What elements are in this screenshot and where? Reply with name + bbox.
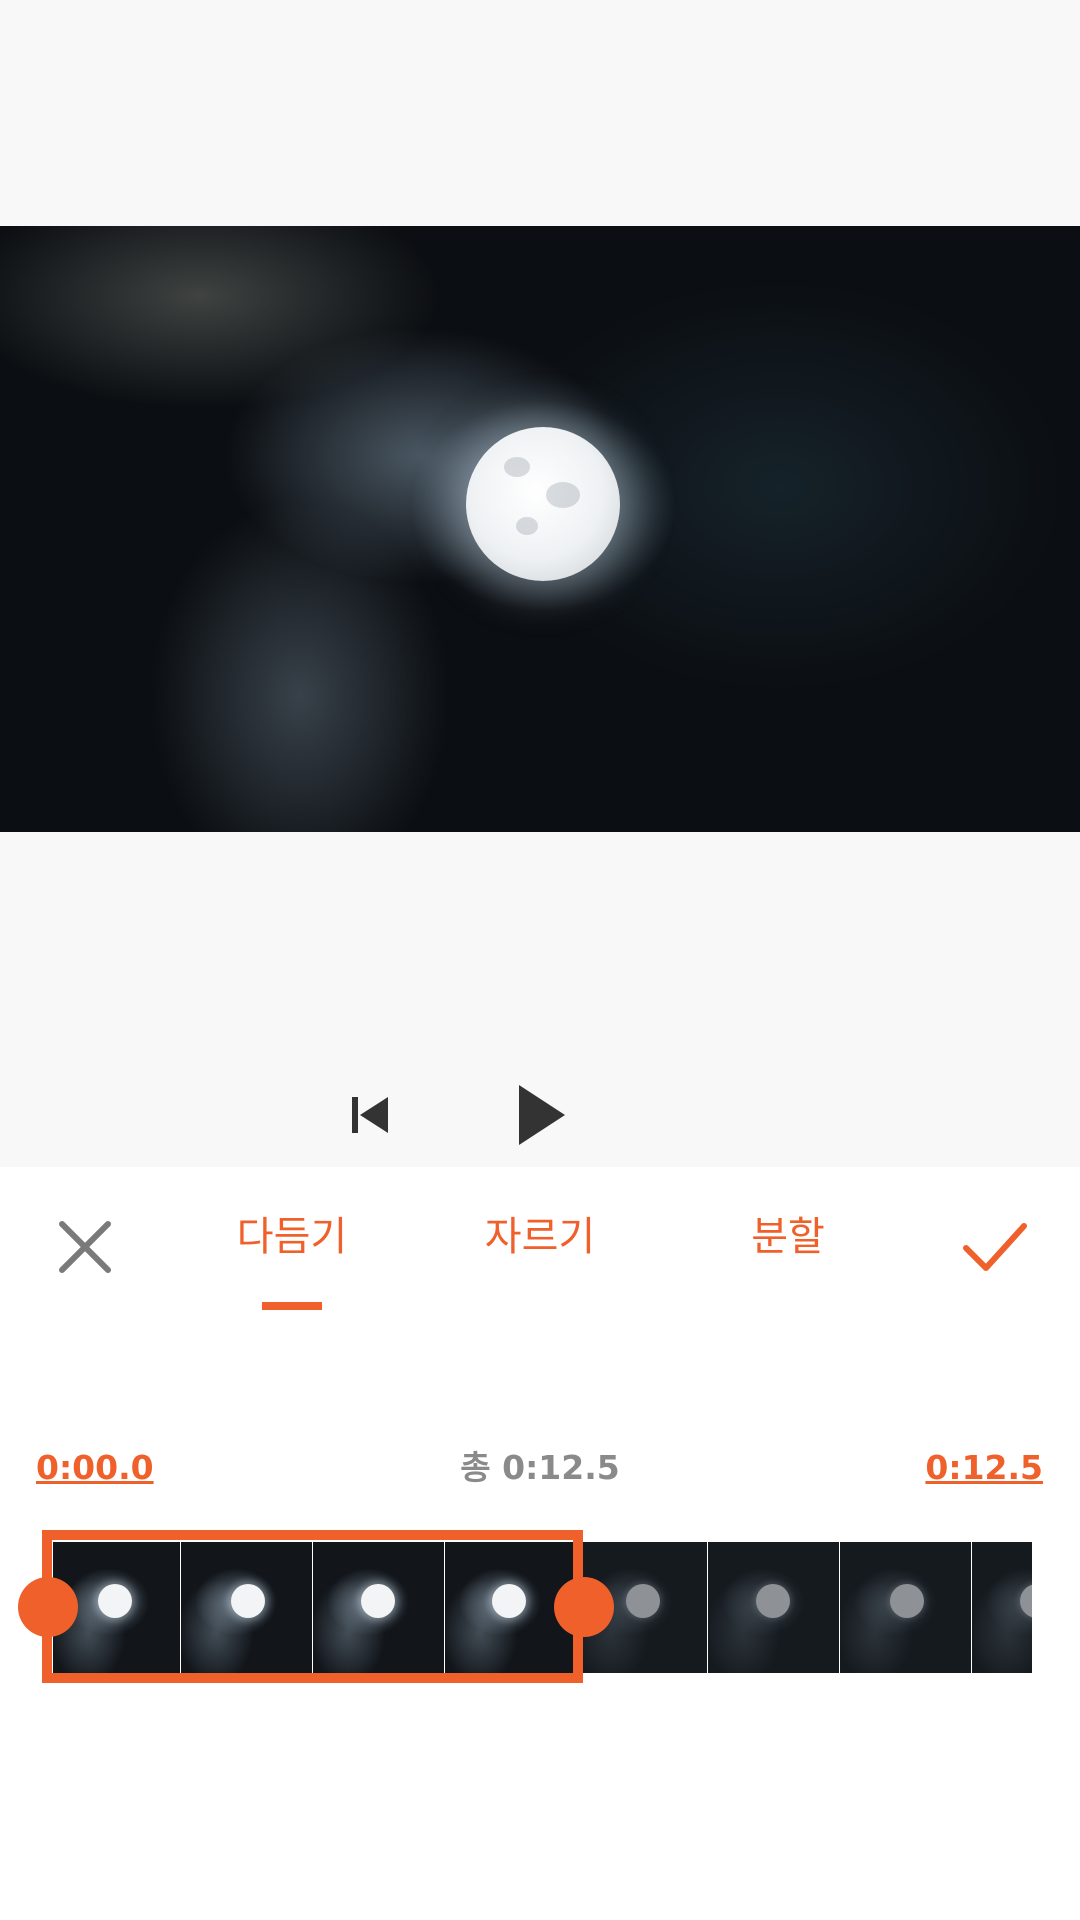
total-duration: 총 0:12.5 xyxy=(460,1448,620,1487)
video-preview[interactable] xyxy=(0,226,1080,832)
timeline-thumbnail xyxy=(840,1542,971,1673)
preview-area xyxy=(0,0,1080,1167)
timeline-thumbnail xyxy=(972,1542,1032,1673)
skip-to-start-icon[interactable] xyxy=(335,1080,405,1150)
tab-trim[interactable]: 다듬기 xyxy=(192,1211,392,1263)
trim-start-handle[interactable] xyxy=(18,1577,78,1637)
playback-controls xyxy=(0,1070,1080,1160)
trim-start-time[interactable]: 0:00.0 xyxy=(36,1445,154,1491)
trim-selection-frame xyxy=(42,1530,583,1683)
trim-end-handle[interactable] xyxy=(554,1577,614,1637)
tab-cut[interactable]: 자르기 xyxy=(440,1211,640,1263)
timeline-thumbnail xyxy=(708,1542,839,1673)
moon-image xyxy=(466,427,620,581)
tab-split[interactable]: 분할 xyxy=(688,1211,888,1263)
check-icon[interactable] xyxy=(960,1212,1030,1282)
trim-time-row: 0:00.0 총 0:12.5 0:12.5 xyxy=(0,1445,1080,1495)
active-tab-indicator xyxy=(262,1302,322,1310)
trim-end-time[interactable]: 0:12.5 xyxy=(925,1445,1043,1491)
play-icon[interactable] xyxy=(505,1080,575,1150)
close-icon[interactable] xyxy=(50,1212,120,1282)
trim-timeline[interactable] xyxy=(0,1530,1080,1690)
edit-toolbar: 다듬기 자르기 분할 xyxy=(0,1167,1080,1317)
